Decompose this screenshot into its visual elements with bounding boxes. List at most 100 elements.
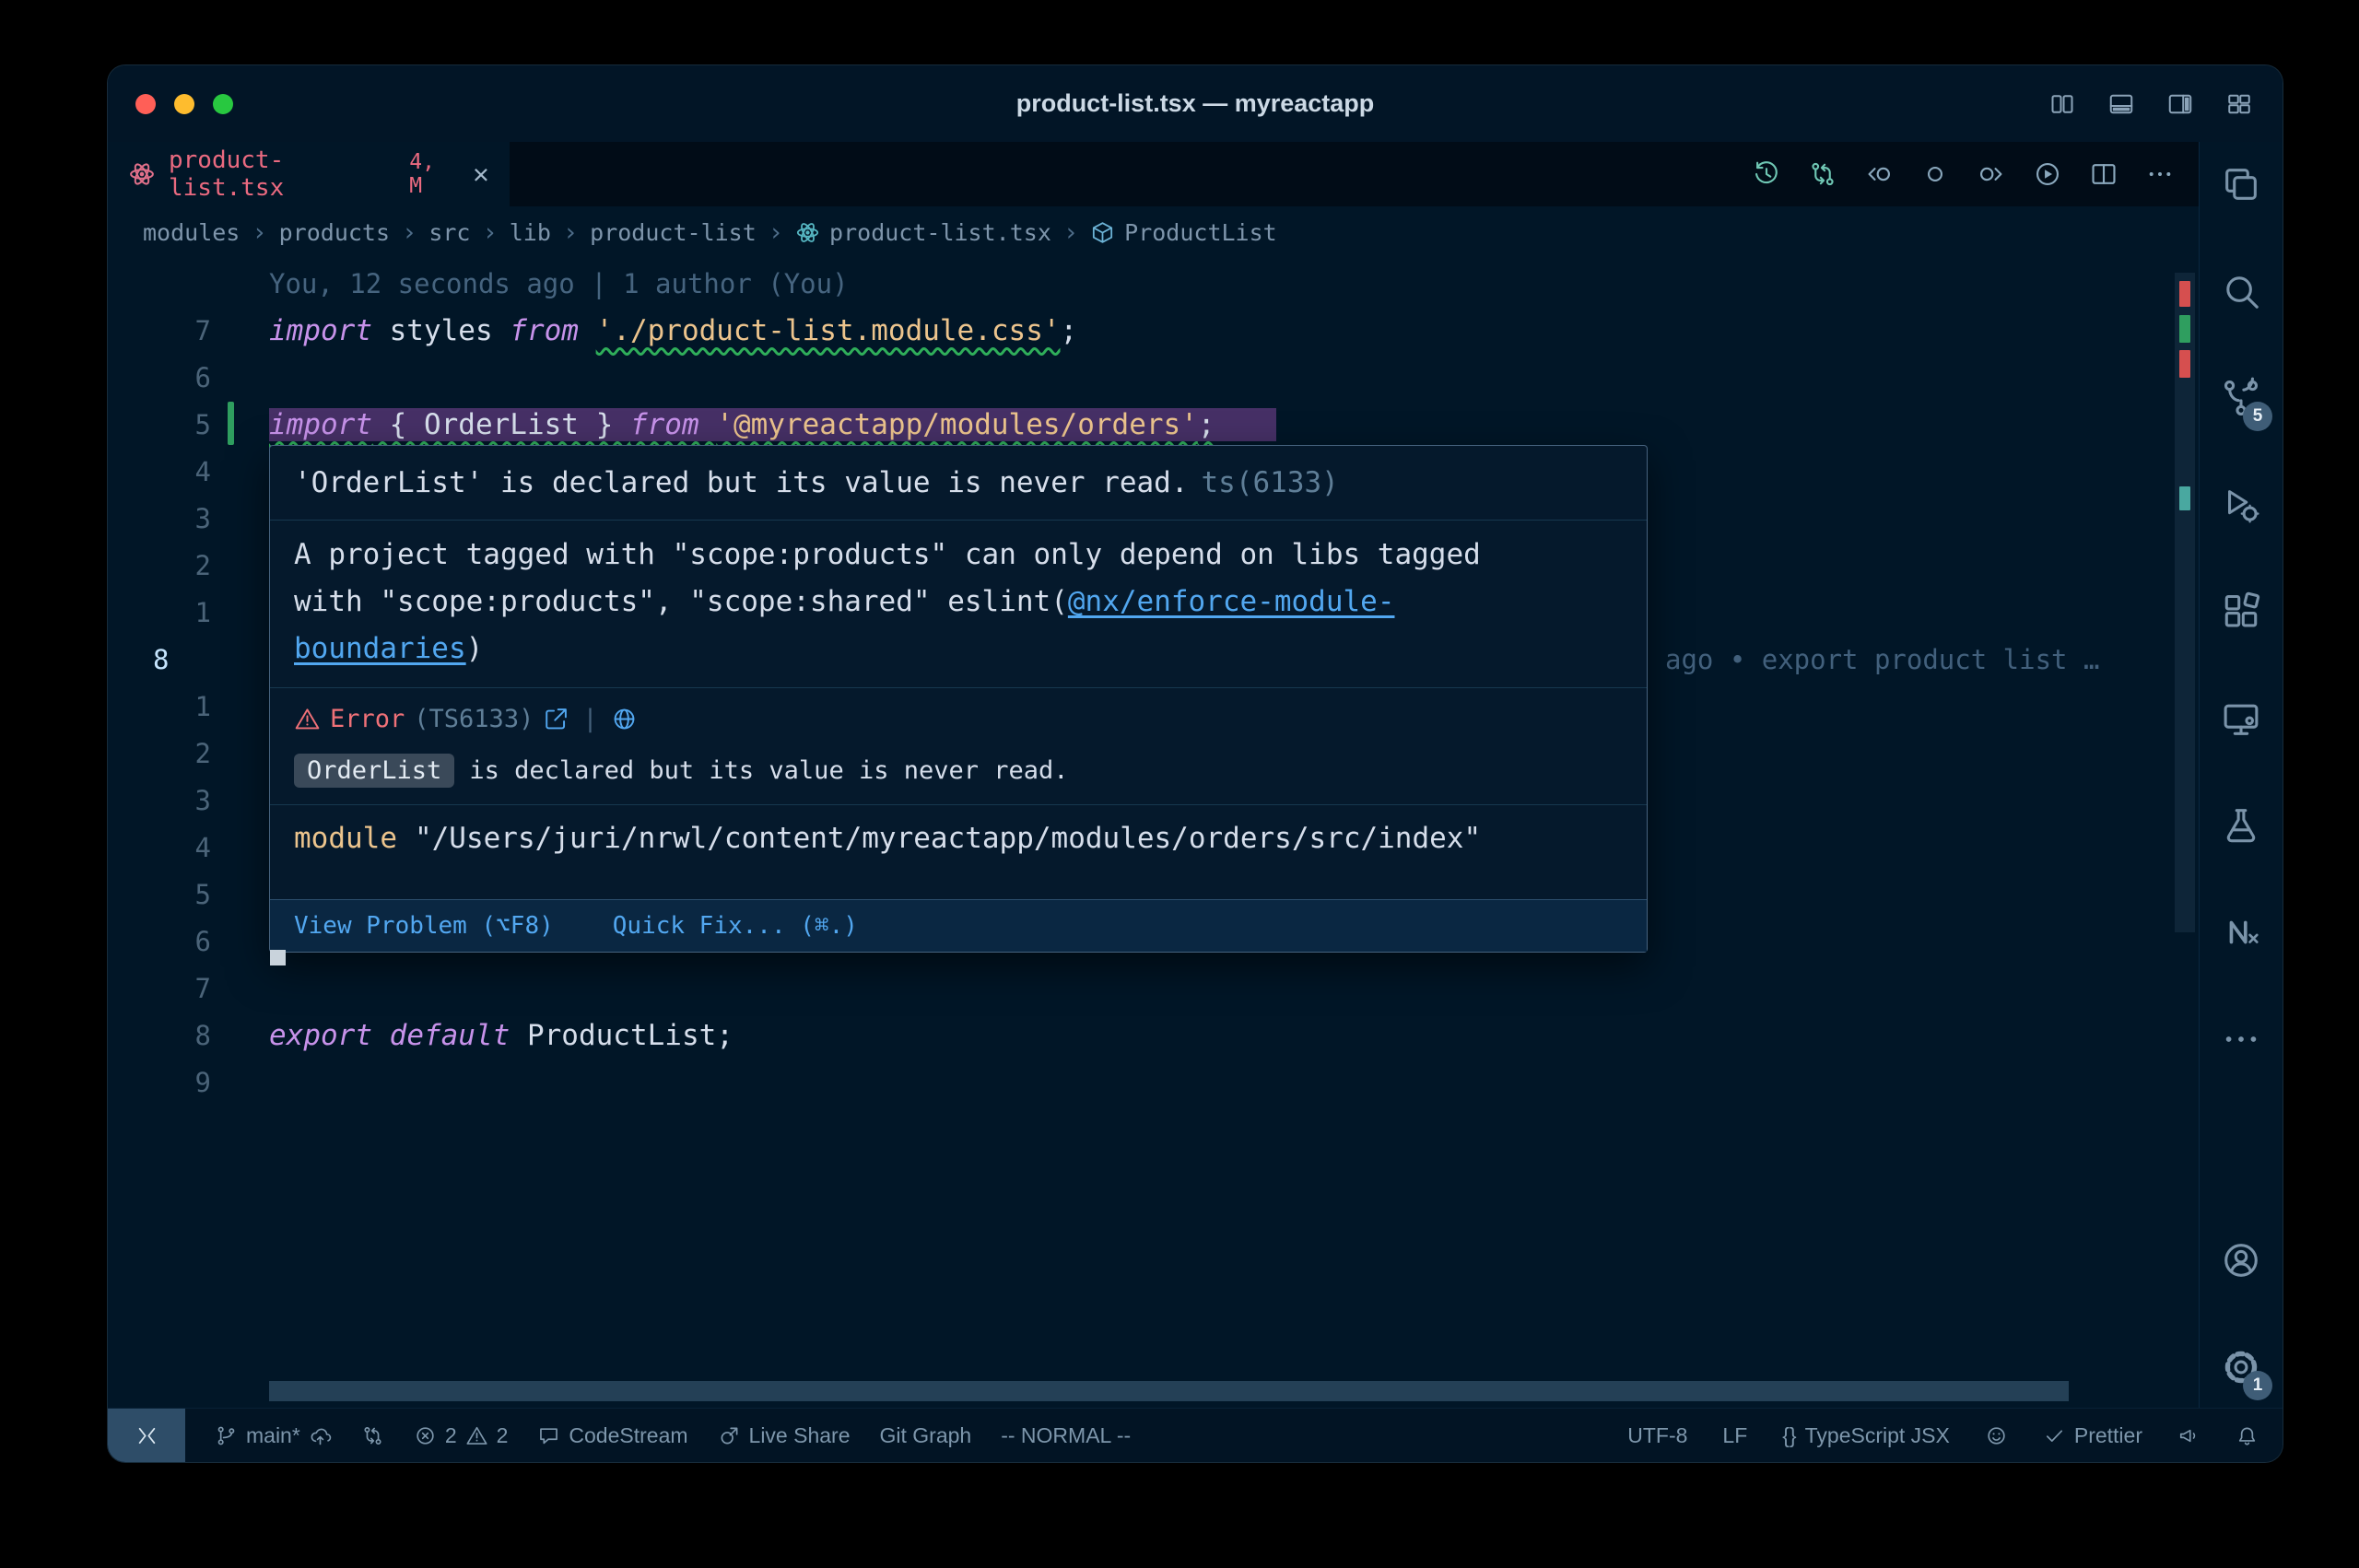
breadcrumb-product-list[interactable]: product-list (590, 219, 757, 246)
code-line[interactable]: import { OrderList } from '@myreactapp/m… (269, 402, 1276, 449)
status-live-share[interactable]: Live Share (718, 1423, 851, 1448)
activity-accounts[interactable] (2215, 1235, 2267, 1286)
react-icon (128, 160, 156, 188)
timeline-button[interactable] (1752, 159, 1781, 189)
status-feedback[interactable] (1985, 1424, 2008, 1447)
activity-explorer[interactable] (2215, 158, 2267, 210)
hover-resize-handle[interactable] (270, 950, 286, 965)
line-number: 3 (195, 778, 211, 825)
run-file-button[interactable] (2033, 159, 2062, 189)
gutter-row[interactable]: 6 (108, 919, 246, 965)
activity-source-control[interactable]: 5 (2215, 372, 2267, 424)
view-problem-link[interactable]: View Problem (⌥F8) (294, 912, 554, 940)
status-vim-mode[interactable]: -- NORMAL -- (1001, 1423, 1131, 1448)
status-problems[interactable]: 22 (414, 1423, 509, 1448)
activity-remote-explorer[interactable] (2215, 693, 2267, 744)
globe-icon (611, 706, 638, 732)
gutter-row[interactable]: 2 (108, 731, 246, 778)
code-line[interactable] (269, 965, 1276, 1012)
status-eol[interactable]: LF (1722, 1423, 1747, 1448)
breadcrumb-productlist[interactable]: ProductList (1090, 219, 1277, 246)
gutter-row[interactable]: 5 (108, 872, 246, 919)
breadcrumb-label: product-list (590, 219, 757, 246)
gutter-row[interactable]: 7 (108, 308, 246, 355)
toggle-panel-button[interactable] (2106, 90, 2137, 118)
activity-nx-console[interactable] (2215, 907, 2267, 958)
minimize-button[interactable] (174, 94, 194, 114)
gutter-row[interactable]: 1 (108, 590, 246, 637)
run-debug-icon (2220, 484, 2262, 526)
breadcrumb-src[interactable]: src (428, 219, 470, 246)
gutter-row[interactable]: 8 (108, 1012, 246, 1059)
gutter-row[interactable]: 4 (108, 449, 246, 496)
code-line[interactable]: import styles from './product-list.modul… (269, 308, 1276, 355)
traffic-lights (135, 65, 233, 142)
megaphone-icon (2177, 1424, 2201, 1447)
status-bar-right: UTF-8 LF {}TypeScript JSX Prettier (1627, 1423, 2283, 1448)
open-error-web-button[interactable] (611, 706, 638, 732)
code-line[interactable] (269, 355, 1276, 402)
tab-product-list-tsx[interactable]: product-list.tsx 4, M × (108, 142, 510, 206)
activity-search[interactable] (2215, 265, 2267, 317)
quick-fix-link[interactable]: Quick Fix... (⌘.) (613, 912, 858, 940)
status-git-branch[interactable]: main* (215, 1423, 332, 1448)
previous-change-button[interactable] (1864, 159, 1894, 189)
gutter-row[interactable]: 7 (108, 965, 246, 1012)
activity-testing[interactable] (2215, 800, 2267, 851)
gitlens-inline-blame: ago • export product list … (1665, 637, 2099, 684)
gutter-row[interactable]: 2 (108, 543, 246, 590)
gutter-row[interactable]: 3 (108, 778, 246, 825)
more-dots-icon (2220, 1018, 2262, 1060)
code-token: from (630, 408, 699, 441)
split-editor-button[interactable] (2089, 159, 2118, 189)
gutter-row[interactable]: 4 (108, 825, 246, 872)
status-announcement[interactable] (2177, 1424, 2201, 1447)
breadcrumb-separator-icon: › (563, 218, 578, 247)
status-remote-indicator[interactable] (108, 1409, 185, 1462)
code-line[interactable] (269, 1059, 1276, 1106)
tab-close-icon[interactable]: × (473, 160, 489, 189)
status-notifications[interactable] (2236, 1424, 2259, 1447)
horizontal-scrollbar[interactable] (269, 1381, 2069, 1401)
activity-settings[interactable]: 1 (2215, 1341, 2267, 1393)
gitlens-blame-button[interactable] (1920, 159, 1950, 189)
next-change-button[interactable] (1977, 159, 2006, 189)
zoom-button[interactable] (213, 94, 233, 114)
toggle-secondary-sidebar-button[interactable] (2165, 90, 2196, 118)
gutter-row[interactable]: 5 (108, 402, 246, 449)
activity-additional-views[interactable] (2215, 1013, 2267, 1065)
breadcrumb-label: ProductList (1124, 219, 1277, 246)
customize-layout-button[interactable] (2224, 90, 2255, 118)
gutter-row[interactable]: 1 (108, 684, 246, 731)
open-error-docs-button[interactable] (543, 706, 569, 732)
gutter-row[interactable]: 9 (108, 1059, 246, 1106)
breadcrumb-product-list-tsx[interactable]: product-list.tsx (795, 219, 1051, 246)
status-codestream[interactable]: CodeStream (537, 1423, 687, 1448)
breadcrumb-lib[interactable]: lib (510, 219, 551, 246)
code-editor[interactable]: You, 12 seconds ago | 1 author (You) 765… (108, 258, 2199, 1408)
breadcrumb-modules[interactable]: modules (143, 219, 240, 246)
status-compare-refs[interactable] (361, 1424, 384, 1447)
status-encoding[interactable]: UTF-8 (1627, 1423, 1687, 1448)
gutter-row[interactable]: 6 (108, 355, 246, 402)
compare-changes-button[interactable] (1808, 159, 1837, 189)
close-button[interactable] (135, 94, 156, 114)
status-language-mode[interactable]: {}TypeScript JSX (1782, 1423, 1950, 1448)
code-line[interactable]: export default ProductList; (269, 1012, 1276, 1059)
window-title: product-list.tsx — myreactapp (108, 89, 2283, 118)
nx-enforce-module-boundaries-link[interactable]: boundaries (294, 632, 466, 665)
gutter-row[interactable]: 8 (108, 637, 246, 684)
status-git-graph[interactable]: Git Graph (880, 1423, 972, 1448)
breadcrumb-products[interactable]: products (279, 219, 390, 246)
activity-run-and-debug[interactable] (2215, 479, 2267, 531)
gutter-row[interactable]: 3 (108, 496, 246, 543)
tab-label: product-list.tsx (169, 146, 396, 202)
status-prettier[interactable]: Prettier (2043, 1423, 2142, 1448)
more-actions-button[interactable] (2145, 159, 2175, 189)
activity-extensions[interactable] (2215, 586, 2267, 638)
comment-icon (537, 1424, 560, 1447)
code-token (699, 408, 717, 441)
toggle-primary-sidebar-button[interactable] (2047, 90, 2078, 118)
breadcrumb-label: lib (510, 219, 551, 246)
nx-enforce-module-boundaries-link[interactable]: @nx/enforce-module- (1068, 585, 1395, 618)
